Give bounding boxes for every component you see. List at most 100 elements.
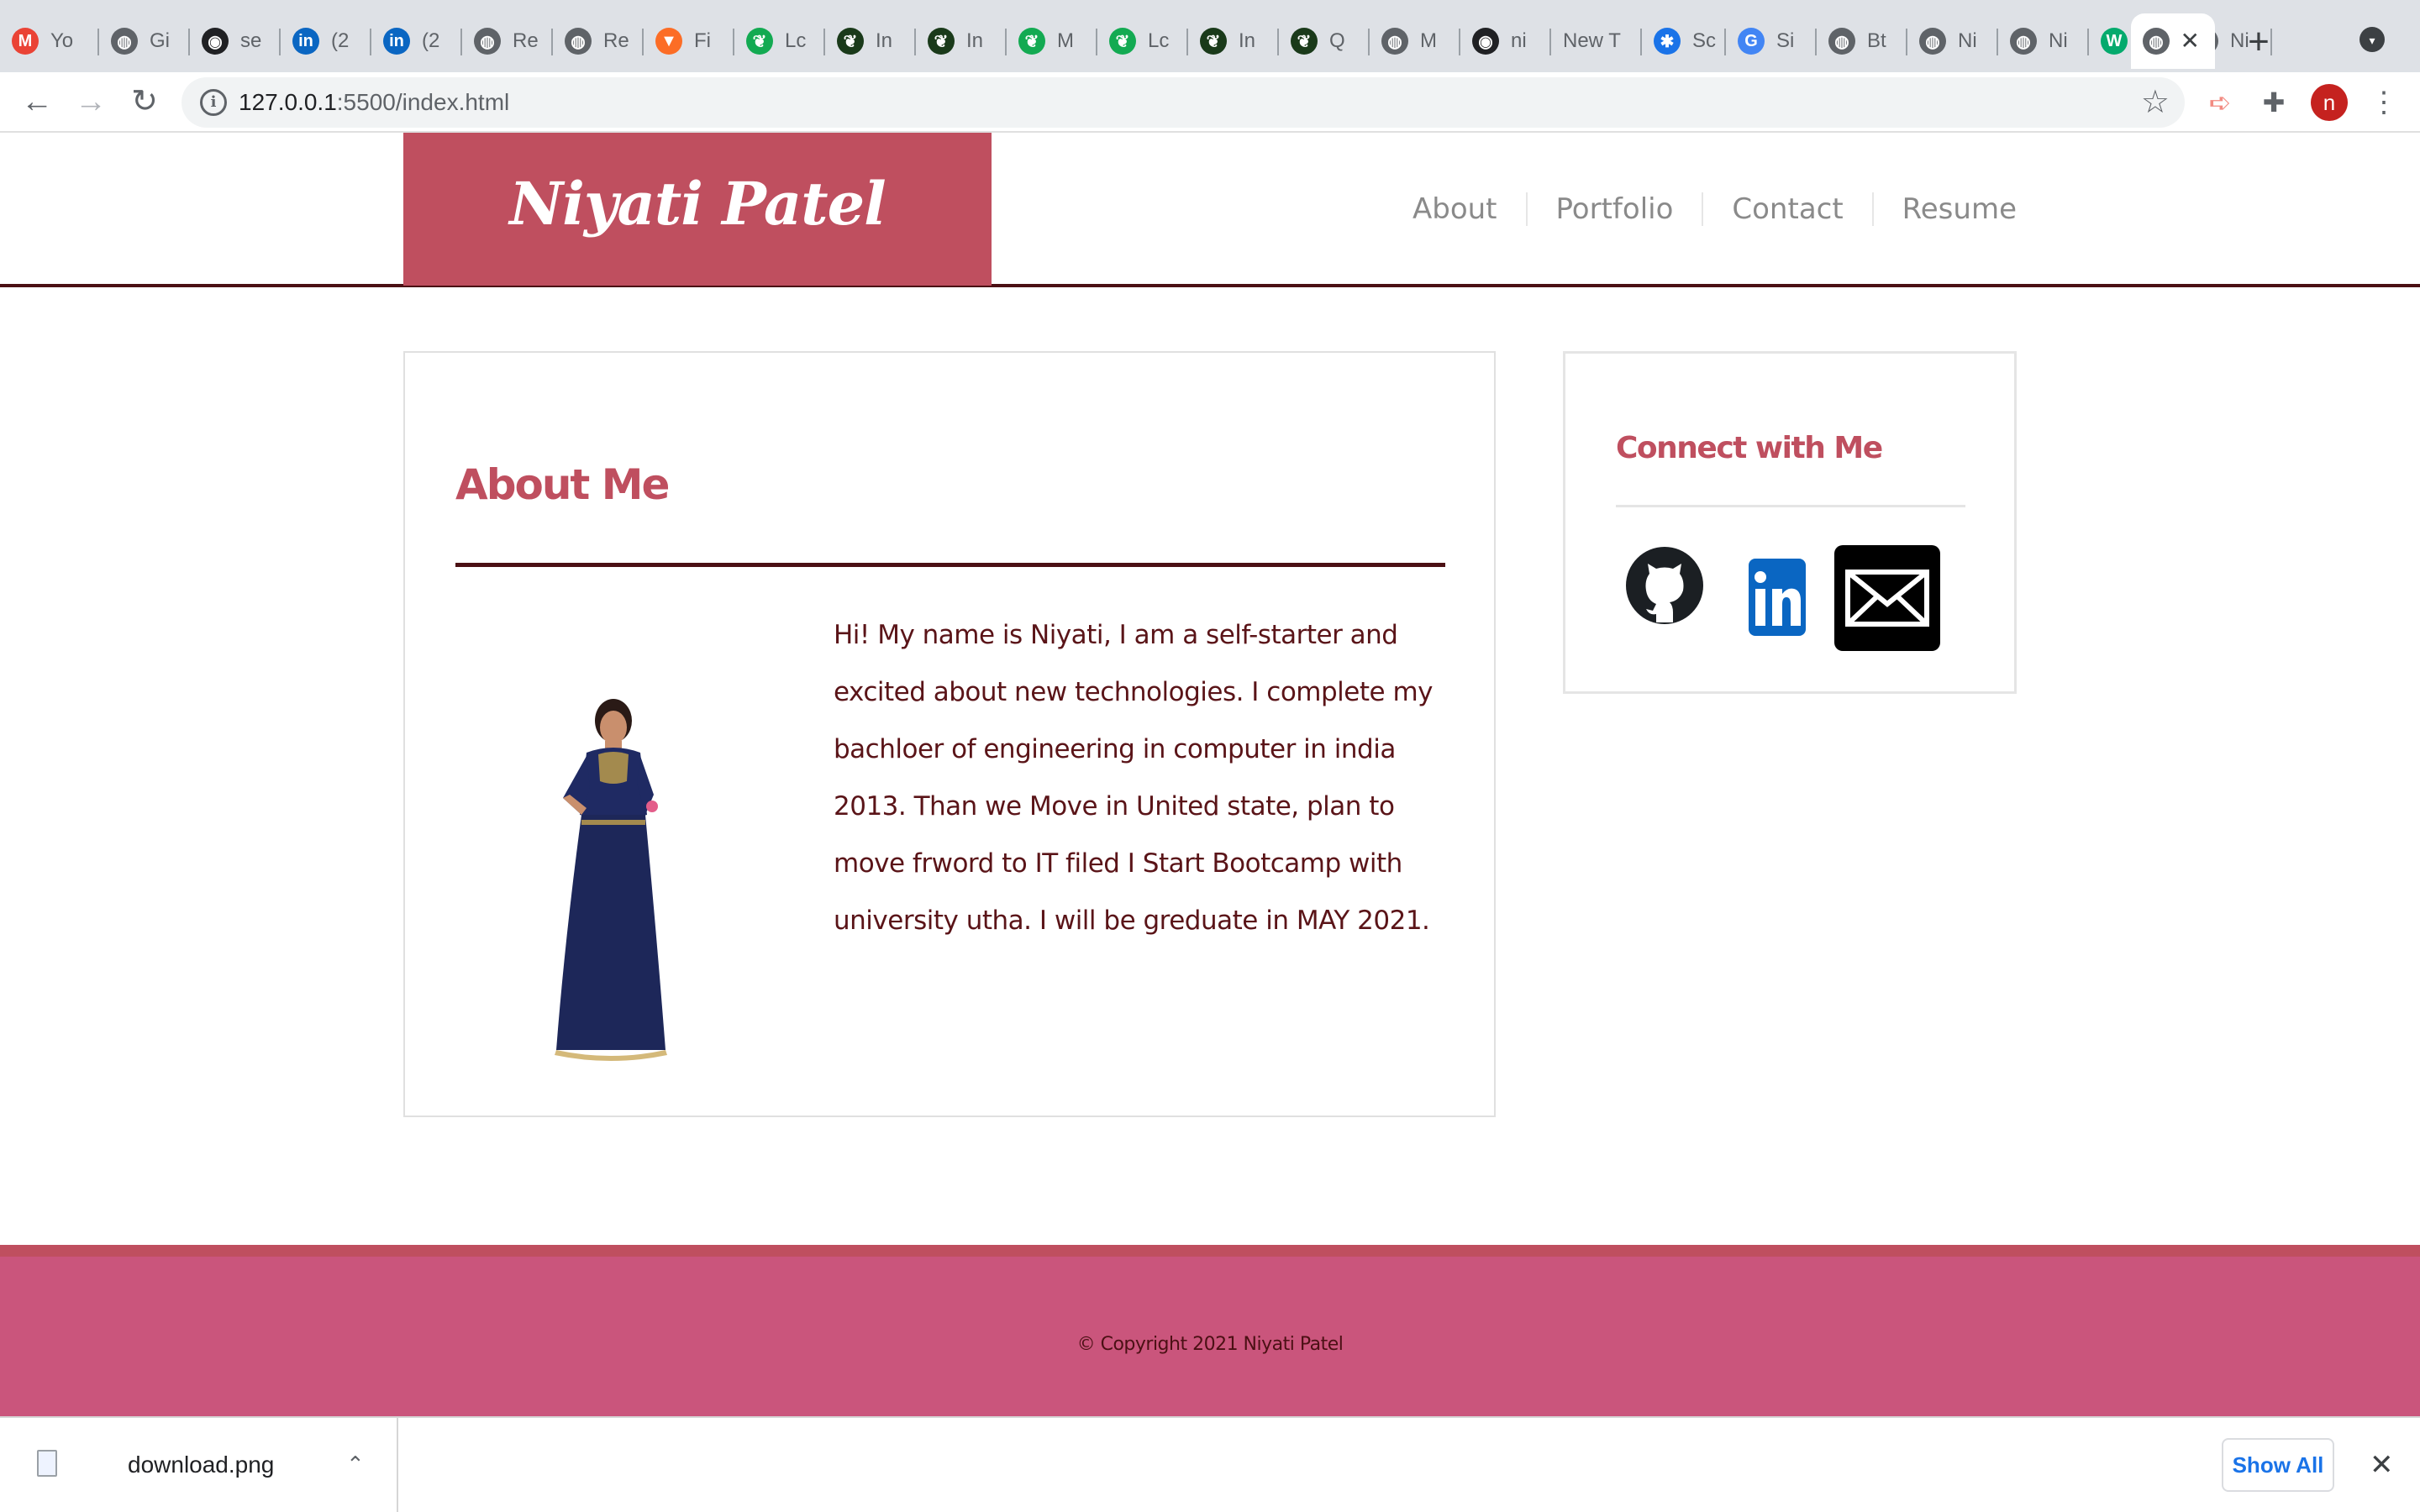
back-button[interactable]: ←: [15, 81, 59, 124]
tab-separator: [2087, 29, 2089, 55]
site-nav: About Portfolio Contact Resume: [1384, 133, 2017, 286]
browser-tab[interactable]: G Si: [1726, 13, 1817, 69]
gitlab-icon: ▼: [655, 28, 682, 55]
reload-button[interactable]: ↻: [123, 81, 166, 124]
browser-tab[interactable]: ◍ Re: [462, 13, 553, 69]
browser-tab[interactable]: ❦ Lc: [1097, 13, 1188, 69]
globe-icon: ◍: [2143, 28, 2170, 55]
tab-separator: [1096, 29, 1097, 55]
tab-label: In: [966, 29, 984, 52]
tab-label: Yo: [50, 29, 74, 52]
tab-active[interactable]: ◍ ✕: [2131, 13, 2215, 69]
globe-icon: ◍: [1919, 28, 1946, 55]
extension-arrow-icon[interactable]: ➪: [2202, 84, 2238, 121]
tab-label: M: [1057, 29, 1074, 52]
browser-menu-icon[interactable]: ⋮: [2370, 84, 2398, 121]
close-download-bar-icon[interactable]: ✕: [2370, 1418, 2394, 1512]
tab-label: Q: [1329, 29, 1345, 52]
browser-tab[interactable]: ◉ ni: [1460, 13, 1551, 69]
browser-tab[interactable]: ◍ Bt: [1817, 13, 1907, 69]
tab-search-icon[interactable]: ▾: [2360, 27, 2385, 52]
linkedin-icon: in: [383, 28, 410, 55]
linkedin-icon[interactable]: [1749, 559, 1806, 636]
about-text: Hi! My name is Niyati, I am a self-start…: [834, 620, 1434, 936]
tab-separator: [1996, 29, 1998, 55]
globe-icon: ◍: [111, 28, 138, 55]
tab-label: Lc: [785, 29, 807, 52]
browser-tab[interactable]: ❦ Q: [1279, 13, 1370, 69]
mongodb-leaf-icon: ❦: [746, 28, 773, 55]
gear-icon: ✱: [1654, 28, 1681, 55]
mongodb-icon: ❦: [1200, 28, 1227, 55]
browser-tab[interactable]: in (2: [371, 13, 462, 69]
globe-icon: ◍: [1828, 28, 1855, 55]
browser-tab[interactable]: M Yo: [0, 13, 99, 69]
browser-tab[interactable]: ❦ Lc: [734, 13, 825, 69]
forward-button[interactable]: →: [69, 81, 113, 124]
tab-label: New T: [1563, 29, 1621, 52]
tab-label: Ni: [1958, 29, 1977, 52]
url-text[interactable]: 127.0.0.1:5500/index.html: [239, 77, 509, 128]
tab-separator: [1906, 29, 1907, 55]
site-info-icon[interactable]: i: [200, 89, 227, 116]
mongodb-icon: ❦: [837, 28, 864, 55]
browser-tab[interactable]: ◍ Ni: [1998, 13, 2089, 69]
tab-separator: [1005, 29, 1007, 55]
browser-tab[interactable]: ◉ se: [190, 13, 281, 69]
nav-contact[interactable]: Contact: [1702, 192, 1871, 226]
new-tab-button[interactable]: +: [2235, 18, 2282, 66]
tab-label: Lc: [1148, 29, 1170, 52]
tab-label: M: [1420, 29, 1437, 52]
copyright-text: © Copyright 2021 Niyati Patel: [1076, 1334, 1344, 1355]
tab-separator: [1459, 29, 1460, 55]
nav-about[interactable]: About: [1384, 192, 1526, 226]
chevron-up-icon[interactable]: ⌃: [346, 1418, 365, 1510]
address-bar[interactable]: i 127.0.0.1:5500/index.html ☆: [182, 77, 2185, 128]
tab-label: Re: [603, 29, 629, 52]
download-filename: download.png: [128, 1452, 275, 1478]
browser-tab[interactable]: ❦ In: [1188, 13, 1279, 69]
tab-separator: [1368, 29, 1370, 55]
browser-tab[interactable]: in (2: [281, 13, 371, 69]
github-icon[interactable]: [1624, 545, 1705, 626]
mongodb-icon: ❦: [928, 28, 955, 55]
connect-divider: [1616, 505, 1965, 507]
globe-icon: ◍: [1381, 28, 1408, 55]
tab-separator: [914, 29, 916, 55]
connect-section: Connect with Me: [1563, 351, 2017, 694]
browser-tab[interactable]: ◍ M: [1370, 13, 1460, 69]
show-all-button[interactable]: Show All: [2222, 1438, 2334, 1492]
github-icon: ◉: [202, 28, 229, 55]
browser-tab[interactable]: ◍ Gi: [99, 13, 190, 69]
tab-separator: [642, 29, 644, 55]
file-icon: [37, 1450, 57, 1477]
email-icon[interactable]: [1834, 545, 1940, 651]
extensions-puzzle-icon[interactable]: ✚: [2255, 84, 2292, 121]
tab-label: se: [240, 29, 262, 52]
globe-icon: ◍: [2010, 28, 2037, 55]
tab-separator: [1277, 29, 1279, 55]
browser-tab[interactable]: ❦ M: [1007, 13, 1097, 69]
browser-tab[interactable]: New T: [1551, 13, 1642, 69]
nav-resume[interactable]: Resume: [1871, 192, 2017, 226]
browser-tab[interactable]: ◍ Ni: [1907, 13, 1998, 69]
browser-tab[interactable]: ✱ Sc: [1642, 13, 1726, 69]
mongodb-icon: ❦: [1291, 28, 1318, 55]
site-footer: © Copyright 2021 Niyati Patel: [0, 1245, 2420, 1416]
tab-separator: [370, 29, 371, 55]
tab-separator: [733, 29, 734, 55]
browser-tab[interactable]: ◍ Re: [553, 13, 644, 69]
browser-tab[interactable]: ▼ Fi: [644, 13, 734, 69]
tab-separator: [1640, 29, 1642, 55]
globe-icon: ◍: [565, 28, 592, 55]
browser-tab[interactable]: ❦ In: [825, 13, 916, 69]
bookmark-star-icon[interactable]: ☆: [2141, 82, 2170, 123]
site-brand[interactable]: Niyati Patel: [403, 133, 992, 286]
about-section: About Me Hi! My name is Niyati, I am a s…: [403, 351, 1496, 1117]
profile-avatar[interactable]: n: [2311, 84, 2348, 121]
download-item[interactable]: download.png ⌃: [0, 1418, 398, 1512]
close-tab-icon[interactable]: ✕: [2181, 27, 2200, 55]
tab-label: Sc: [1692, 29, 1717, 52]
browser-tab[interactable]: ❦ In: [916, 13, 1007, 69]
nav-portfolio[interactable]: Portfolio: [1525, 192, 1702, 226]
